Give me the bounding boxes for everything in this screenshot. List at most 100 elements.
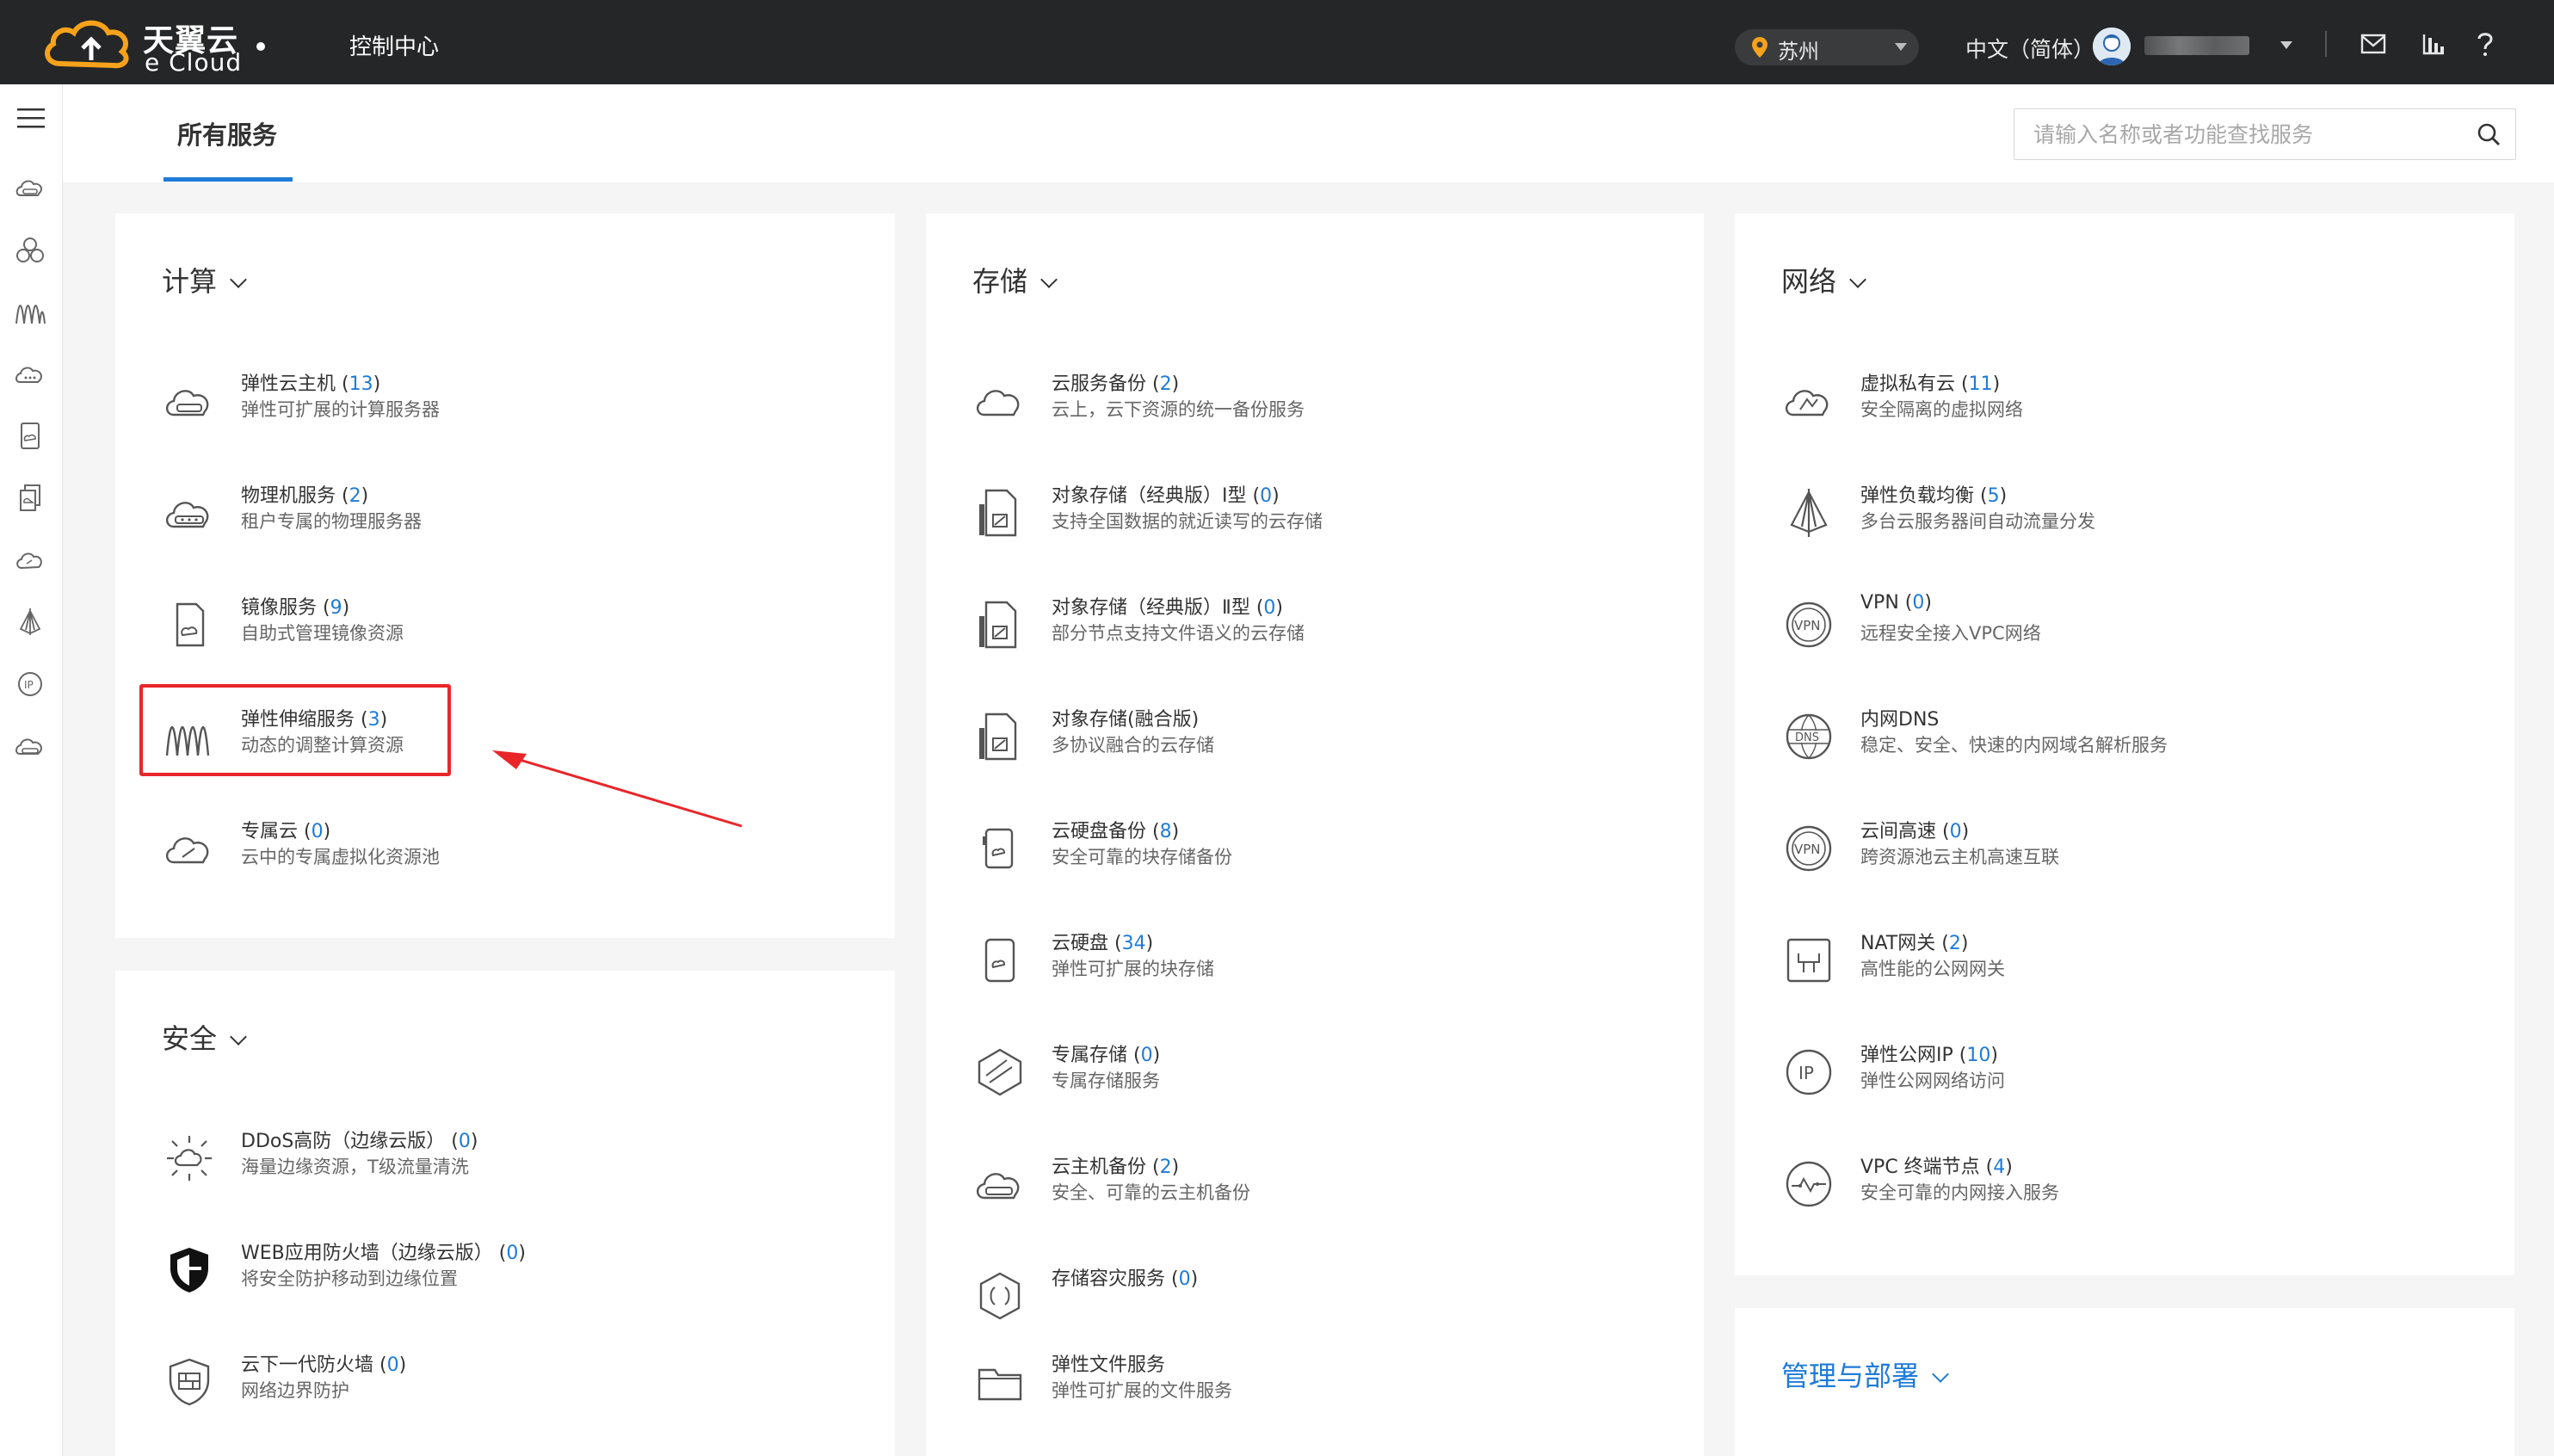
service-disk-backup[interactable]: 云硬盘备份 (8) 安全可靠的块存储备份 [972,816,1678,910]
service-ddos-protection[interactable]: DDoS高防（边缘云版） (0) 海量边缘资源，T级流量清洗 [162,1126,867,1220]
service-count[interactable]: 2 [349,485,361,507]
service-count[interactable]: 11 [1969,373,1993,395]
service-count[interactable]: 5 [1988,485,2000,507]
vpc-endpoint-icon [1786,1161,1832,1207]
service-object-storage-classic-1[interactable]: 对象存储（经典版）Ⅰ型 (0) 支持全国数据的就近读写的云存储 [972,480,1678,575]
section-title-storage[interactable]: 存储 [972,260,1058,299]
service-count[interactable]: 0 [1141,1045,1153,1066]
cloud-server-icon[interactable] [14,172,46,205]
autoscale-icon[interactable] [14,296,46,329]
service-description: 云上，云下资源的统一备份服务 [1052,399,1305,420]
service-name: 弹性文件服务 [1052,1354,1166,1376]
language-selector[interactable]: 中文（简体） [1965,33,2094,64]
service-object-storage-classic-2[interactable]: 对象存储（经典版）Ⅱ型 (0) 部分节点支持文件语义的云存储 [972,592,1678,687]
service-description: 云中的专属虚拟化资源池 [241,847,440,867]
service-count[interactable]: 0 [387,1354,399,1376]
service-count[interactable]: 13 [349,373,373,395]
chevron-down-icon [1849,271,1866,288]
search-icon[interactable] [2476,121,2502,147]
hamburger-menu-icon[interactable] [15,105,46,131]
service-vpn[interactable]: VPN VPN (0) 远程安全接入VPC网络 [1781,592,2487,687]
ddos-icon [167,1136,212,1181]
service-vpc[interactable]: 虚拟私有云 (11) 安全隔离的虚拟网络 [1781,368,2487,463]
avatar-icon [2093,28,2131,65]
ip-icon[interactable]: IP [14,668,46,700]
service-search[interactable] [2014,108,2516,160]
stats-icon[interactable] [2418,29,2449,59]
user-menu-chevron-icon[interactable] [2280,41,2292,49]
top-bar: 天翼云 e Cloud 控制中心 苏州 中文（简体） [0,0,2554,84]
service-nat-gateway[interactable]: NAT网关 (2) 高性能的公网网关 [1781,928,2487,1022]
service-waf[interactable]: WEB应用防火墙（边缘云版） (0) 将安全防护移动到边缘位置 [162,1237,867,1332]
service-count[interactable]: 34 [1122,933,1146,954]
service-count[interactable]: 0 [1263,597,1275,619]
service-image[interactable]: 镜像服务 (9) 自助式管理镜像资源 [162,592,867,687]
user-avatar[interactable] [2093,28,2131,65]
service-count[interactable]: 10 [1966,1045,1990,1066]
service-elastic-file[interactable]: 弹性文件服务 弹性可扩展的文件服务 [972,1349,1678,1444]
service-count[interactable]: 0 [312,821,324,842]
service-description: 多协议融合的云存储 [1052,735,1214,756]
physical-server-icon[interactable] [14,358,46,391]
service-host-backup[interactable]: 云主机备份 (2) 安全、可靠的云主机备份 [972,1151,1678,1246]
service-elastic-ip[interactable]: IP 弹性公网IP (10) 弹性公网网络访问 [1781,1040,2487,1134]
service-count[interactable]: 0 [506,1243,518,1264]
service-count[interactable]: 8 [1160,821,1172,842]
cloud-icon[interactable] [14,544,46,577]
service-cloud-backup[interactable]: 云服务备份 (2) 云上，云下资源的统一备份服务 [972,368,1678,463]
service-dedicated-storage[interactable]: 专属存储 (0) 专属存储服务 [972,1040,1678,1134]
service-description: 多台云服务器间自动流量分发 [1860,511,2095,532]
service-name: 对象存储(融合版) [1052,709,1200,731]
service-next-gen-firewall[interactable]: 云下一代防火墙 (0) 网络边界防护 [162,1349,867,1444]
help-icon[interactable] [2470,29,2501,59]
service-cloud-connect[interactable]: VPN 云间高速 (0) 跨资源池云主机高速互联 [1781,816,2487,910]
tab-all-services[interactable]: 所有服务 [177,115,277,151]
section-title-management[interactable]: 管理与部署 [1781,1354,1949,1394]
service-elb[interactable]: 弹性负载均衡 (5) 多台云服务器间自动流量分发 [1781,480,2487,575]
search-input[interactable] [2032,116,2448,152]
service-count[interactable]: 2 [1949,933,1961,954]
service-count[interactable]: 0 [459,1131,471,1152]
section-title-security[interactable]: 安全 [162,1017,247,1057]
svg-text:DNS: DNS [1795,731,1819,744]
service-private-dns[interactable]: DNS 内网DNS 稳定、安全、快速的内网域名解析服务 [1781,704,2487,799]
separator-dot [256,42,265,51]
service-count[interactable]: 4 [1993,1157,2005,1178]
mail-icon[interactable] [2358,29,2389,59]
service-vpc-endpoint[interactable]: VPC 终端节点 (4) 安全可靠的内网接入服务 [1781,1151,2487,1246]
service-name: 物理机服务 [241,485,336,507]
service-count[interactable]: 0 [1179,1268,1191,1290]
service-count[interactable]: 0 [1260,485,1272,507]
service-object-storage-fusion[interactable]: 对象存储(融合版) 多协议融合的云存储 [972,704,1678,799]
service-elastic-cloud-server[interactable]: 弹性云主机 (13) 弹性可扩展的计算服务器 [162,368,867,463]
region-selector[interactable]: 苏州 [1735,29,1919,65]
service-count[interactable]: 2 [1160,1157,1172,1178]
service-description: 弹性可扩展的计算服务器 [241,399,440,420]
svg-text:IP: IP [24,679,34,691]
section-title-network[interactable]: 网络 [1781,260,1866,299]
service-description: 安全可靠的块存储备份 [1052,847,1232,867]
service-count[interactable]: 2 [1160,373,1172,395]
service-cloud-disk[interactable]: 云硬盘 (34) 弹性可扩展的块存储 [972,928,1678,1022]
load-balancer-icon[interactable] [14,606,46,639]
service-description: 安全隔离的虚拟网络 [1860,399,2023,420]
console-link[interactable]: 控制中心 [349,29,439,61]
backup-icon[interactable] [14,730,46,762]
image-icon[interactable] [14,420,46,453]
service-description: 部分节点支持文件语义的云存储 [1052,623,1305,644]
ecloud-logo[interactable]: 天翼云 e Cloud [41,14,248,77]
dedicated-cloud-icon [165,837,209,864]
username-redacted[interactable] [2144,36,2249,55]
section-title-compute[interactable]: 计算 [162,260,247,299]
service-name: VPN [1860,592,1899,614]
service-storage-dr[interactable]: 存储容灾服务 (0) [972,1263,1678,1358]
service-count[interactable]: 0 [1950,821,1962,842]
copy-icon[interactable] [14,482,46,515]
service-name: 云主机备份 [1052,1157,1147,1178]
service-count[interactable]: 0 [1912,592,1924,614]
location-pin-icon [1752,37,1767,58]
service-name: 对象存储（经典版）Ⅰ型 [1052,485,1247,507]
service-count[interactable]: 9 [330,597,342,619]
service-physical-server[interactable]: 物理机服务 (2) 租户专属的物理服务器 [162,480,867,575]
cluster-icon[interactable] [14,234,46,267]
